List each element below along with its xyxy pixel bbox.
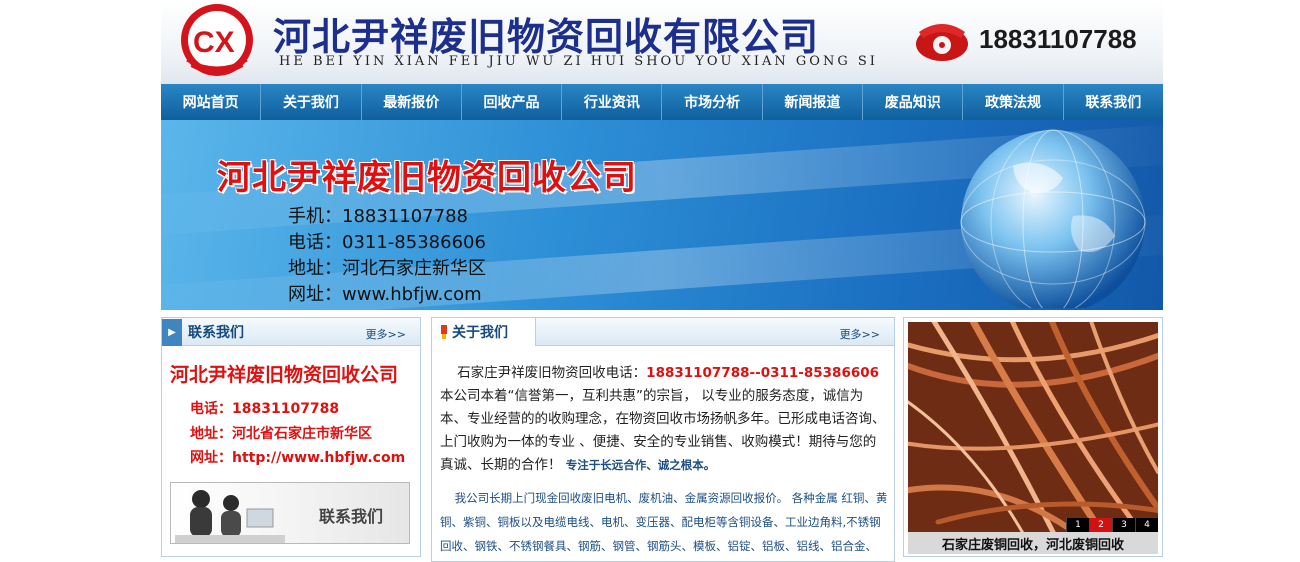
contact-panel: ▶ 联系我们 更多>> 河北尹祥废旧物资回收公司 电话：18831107788 … <box>161 317 421 557</box>
contact-phone: 电话：18831107788 <box>190 401 340 417</box>
nav-policy[interactable]: 政策法规 <box>963 84 1064 120</box>
copper-wire-photo[interactable]: 1 2 3 4 <box>908 322 1158 532</box>
header: CX 河北尹祥废旧物资回收有限公司 HE BEI YIN XIAN FEI JI… <box>161 0 1163 84</box>
about-intro-prefix: 石家庄尹祥废旧物资回收电话： <box>457 365 647 381</box>
contact-address: 地址：河北省石家庄市新华区 <box>190 426 372 442</box>
company-name: 河北尹祥废旧物资回收有限公司 <box>273 15 820 59</box>
contact-panel-tab: ▶ 联系我们 <box>162 318 244 346</box>
slider-pager: 1 2 3 4 <box>1066 518 1158 532</box>
nav-about[interactable]: 关于我们 <box>261 84 362 120</box>
slider-page-2[interactable]: 2 <box>1089 518 1112 532</box>
cx-logo-icon[interactable]: CX <box>177 2 257 78</box>
slider-page-4[interactable]: 4 <box>1135 518 1158 532</box>
contact-website[interactable]: 网址：http://www.hbfjw.com <box>190 447 405 467</box>
slider-page-1[interactable]: 1 <box>1066 518 1089 532</box>
contact-panel-title: 联系我们 <box>188 325 244 341</box>
about-intro-phones: 18831107788--0311-85386606 <box>646 365 880 381</box>
about-panel-title: 关于我们 <box>452 325 508 341</box>
about-services-paragraph: 我公司长期上门现金回收废旧电机、废机油、金属资源回收报价。 各种金属 红铜、黄铜… <box>440 486 888 561</box>
about-more-link[interactable]: 更多>> <box>840 326 880 342</box>
about-services-text: 我公司长期上门现金回收废旧电机、废机油、金属资源回收报价。 各种金属 红铜、黄铜… <box>440 491 888 553</box>
contact-us-button[interactable]: 联系我们 <box>170 482 410 544</box>
photo-caption[interactable]: 石家庄废铜回收，河北废铜回收 <box>908 532 1158 554</box>
customer-service-figures-icon <box>175 490 285 543</box>
page: CX 河北尹祥废旧物资回收有限公司 HE BEI YIN XIAN FEI JI… <box>161 0 1163 562</box>
about-intro-tail: 专注于长远合作、诚之根本。 <box>565 458 716 472</box>
slider-page-3[interactable]: 3 <box>1112 518 1135 532</box>
globe-icon <box>960 129 1146 308</box>
nav-prices[interactable]: 最新报价 <box>362 84 462 120</box>
nav-news[interactable]: 新闻报道 <box>763 84 864 120</box>
about-intro-paragraph: 石家庄尹祥废旧物资回收电话：18831107788--0311-85386606… <box>440 362 888 477</box>
arrow-right-icon: ▶ <box>162 318 182 346</box>
photo-slider-panel: 1 2 3 4 石家庄废铜回收，河北废铜回收 <box>903 317 1163 557</box>
red-telephone-icon <box>916 24 968 61</box>
svg-text:CX: CX <box>193 26 235 59</box>
main-nav: 网站首页 关于我们 最新报价 回收产品 行业资讯 市场分析 新闻报道 废品知识 … <box>161 84 1163 120</box>
banner-mobile: 手机：18831107788 <box>288 206 468 227</box>
banner-tel: 电话：0311-85386606 <box>288 232 486 253</box>
banner-title: 河北尹祥废旧物资回收公司 <box>217 158 637 198</box>
contact-panel-header: ▶ 联系我们 更多>> <box>162 318 420 346</box>
banner-address: 地址：河北石家庄新华区 <box>288 258 486 279</box>
nav-home[interactable]: 网站首页 <box>161 84 262 120</box>
about-panel-header: 关于我们 更多>> <box>432 318 894 346</box>
bulb-icon <box>441 325 447 339</box>
header-phone: 18831107788 <box>979 24 1137 54</box>
contact-us-label: 联系我们 <box>319 507 384 526</box>
copper-wire-image <box>908 322 1158 532</box>
about-panel-tab: 关于我们 <box>432 318 536 346</box>
company-pinyin: HE BEI YIN XIAN FEI JIU WU ZI HUI SHOU Y… <box>279 54 878 69</box>
about-panel: 关于我们 更多>> 石家庄尹祥废旧物资回收电话：18831107788--031… <box>431 317 895 562</box>
banner: 河北尹祥废旧物资回收公司 手机：18831107788 电话：0311-8538… <box>161 120 1163 310</box>
nav-knowledge[interactable]: 废品知识 <box>863 84 964 120</box>
contact-more-link[interactable]: 更多>> <box>366 326 406 342</box>
nav-contact[interactable]: 联系我们 <box>1064 84 1163 120</box>
nav-products[interactable]: 回收产品 <box>462 84 563 120</box>
nav-market-analysis[interactable]: 市场分析 <box>662 84 763 120</box>
banner-website: 网址：www.hbfjw.com <box>288 284 482 305</box>
nav-industry-news[interactable]: 行业资讯 <box>562 84 663 120</box>
contact-company-name: 河北尹祥废旧物资回收公司 <box>170 364 399 386</box>
